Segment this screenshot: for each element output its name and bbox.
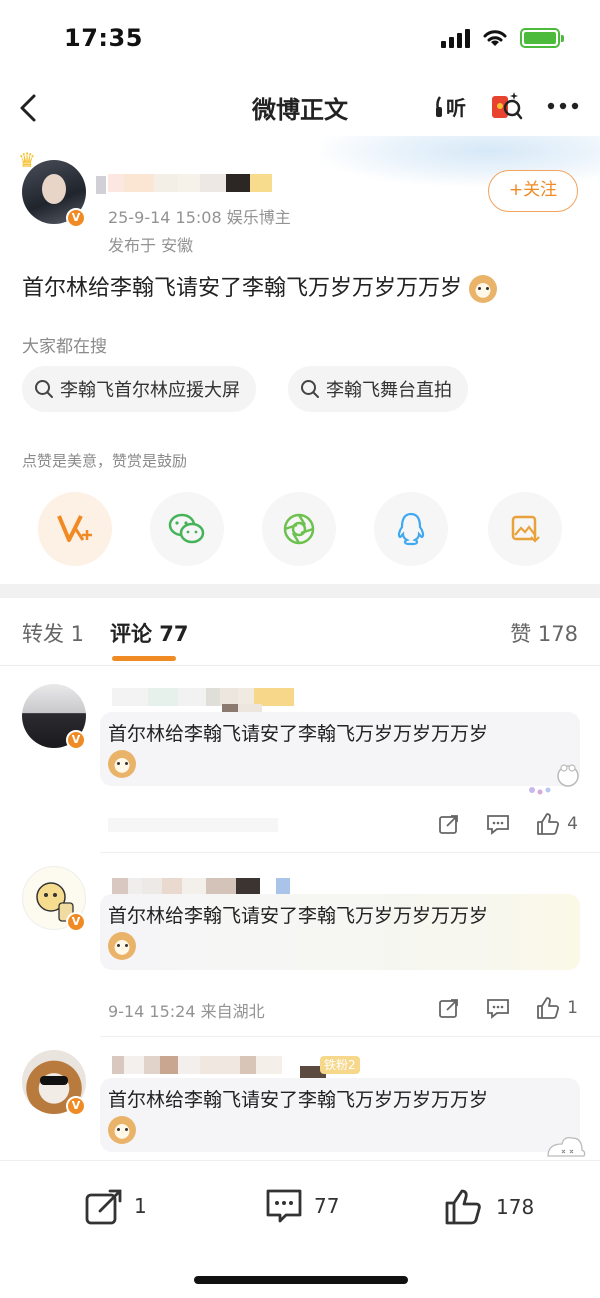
doge-emoji-icon <box>108 1116 136 1144</box>
thumbs-up-icon <box>537 813 560 835</box>
fan-badge: 铁粉2 <box>320 1056 360 1074</box>
author-name[interactable] <box>108 174 272 192</box>
like-button[interactable]: 4 <box>535 812 578 836</box>
battery-icon <box>520 28 564 48</box>
wechat-icon <box>168 513 205 544</box>
search-icon <box>301 380 319 398</box>
thumbs-up-icon <box>445 1189 481 1225</box>
like-button[interactable]: 1 <box>535 996 578 1020</box>
hot-search-label: 大家都在搜 <box>22 337 107 357</box>
weibo-v-plus-icon <box>57 515 92 542</box>
repost-button[interactable]: 1 <box>84 1187 147 1225</box>
hot-search-chip-label: 李翰飞首尔林应援大屏 <box>60 380 240 401</box>
reward-hint: 点赞是美意，赞赏是鼓励 <box>22 452 188 470</box>
comment-bubble: 首尔林给李翰飞请安了李翰飞万岁万岁万万岁 <box>100 712 580 786</box>
home-indicator[interactable] <box>194 1276 408 1284</box>
verified-badge-icon: V <box>66 208 86 228</box>
comment-button[interactable]: 77 <box>264 1187 339 1225</box>
bottom-action-bar: 1 77 178 <box>0 1160 600 1252</box>
reply-icon[interactable] <box>485 812 511 836</box>
repost-icon <box>85 1189 122 1225</box>
commenter-name[interactable] <box>112 1056 282 1074</box>
like-count: 178 <box>496 1195 535 1219</box>
post-location: 发布于 安徽 <box>108 236 194 255</box>
bubble-decoration-icon <box>526 760 582 798</box>
share-wechat-button[interactable] <box>150 492 224 566</box>
signal-icon <box>441 28 470 48</box>
comment-actions: 4 <box>437 812 578 836</box>
like-count: 4 <box>567 814 578 834</box>
repost-count: 1 <box>134 1194 147 1218</box>
comment-bubble: 首尔林给李翰飞请安了李翰飞万岁万岁万万岁 <box>100 1078 580 1152</box>
hot-search-chip-label: 李翰飞舞台直拍 <box>326 380 452 401</box>
tab-likes[interactable]: 赞 178 <box>510 618 578 648</box>
verified-badge-icon: V <box>66 730 86 750</box>
wifi-icon <box>483 30 507 46</box>
nav-bar: 微博正文 听 <box>0 80 600 136</box>
red-packet-search-icon[interactable] <box>488 88 524 124</box>
share-moments-button[interactable] <box>262 492 336 566</box>
hot-search-chip[interactable]: 李翰飞舞台直拍 <box>288 366 468 412</box>
follow-button[interactable]: +关注 <box>488 170 578 212</box>
tab-comments[interactable]: 评论 77 <box>110 618 189 648</box>
comment-meta-masked <box>108 818 278 832</box>
comment-bubble: 首尔林给李翰飞请安了李翰飞万岁万岁万万岁 <box>100 894 580 970</box>
post-time-category: 25-9-14 15:08 娱乐博主 <box>108 208 291 227</box>
post-text: 首尔林给李翰飞请安了李翰飞万岁万岁万万岁 <box>22 276 463 301</box>
repost-icon[interactable] <box>437 812 461 836</box>
more-icon[interactable] <box>546 101 580 111</box>
comment-actions: 1 <box>437 996 578 1020</box>
like-count: 1 <box>567 998 578 1018</box>
section-divider <box>0 584 600 598</box>
post-content: 首尔林给李翰飞请安了李翰飞万岁万岁万万岁 <box>22 270 498 303</box>
doge-emoji-icon <box>469 275 498 303</box>
comment-count: 77 <box>314 1194 340 1218</box>
comment-separator <box>100 852 600 853</box>
share-qq-button[interactable] <box>374 492 448 566</box>
comment-text: 首尔林给李翰飞请安了李翰飞万岁万岁万万岁 <box>108 723 489 745</box>
status-time: 17:35 <box>64 24 143 52</box>
save-image-button[interactable] <box>488 492 562 566</box>
moments-icon <box>283 513 315 545</box>
comment-text: 首尔林给李翰飞请安了李翰飞万岁万岁万万岁 <box>108 905 489 927</box>
save-image-icon <box>511 515 540 543</box>
author-name-badge <box>96 176 106 194</box>
status-bar: 17:35 <box>0 0 600 80</box>
fan-badge-label: 铁粉2 <box>324 1058 356 1072</box>
tab-repost[interactable]: 转发 1 <box>22 618 84 648</box>
headphones-icon <box>436 96 442 117</box>
active-tab-indicator <box>112 656 176 661</box>
repost-icon[interactable] <box>437 996 461 1020</box>
status-icons <box>441 28 564 48</box>
reward-button[interactable] <box>38 492 112 566</box>
nav-actions: 听 <box>426 88 580 124</box>
thumbs-up-icon <box>537 997 560 1019</box>
commenter-name[interactable] <box>112 688 294 706</box>
comment-time-location: 9-14 15:24 来自湖北 <box>108 1002 265 1021</box>
tab-bar: 转发 1 评论 77 赞 178 <box>0 598 600 666</box>
verified-badge-icon: V <box>66 1096 86 1116</box>
doge-emoji-icon <box>108 750 136 778</box>
hot-search-chip[interactable]: 李翰飞首尔林应援大屏 <box>22 366 256 412</box>
verified-badge-icon: V <box>66 912 86 932</box>
comment-icon <box>266 1189 302 1223</box>
listen-label: 听 <box>446 95 466 120</box>
reply-icon[interactable] <box>485 996 511 1020</box>
doge-emoji-icon <box>108 932 136 960</box>
comment-text: 首尔林给李翰飞请安了李翰飞万岁万岁万万岁 <box>108 1089 489 1111</box>
comment-separator <box>100 1036 600 1037</box>
qq-icon <box>397 512 425 546</box>
listen-button[interactable]: 听 <box>426 91 466 121</box>
search-icon <box>35 380 53 398</box>
like-post-button[interactable]: 178 <box>444 1187 534 1227</box>
bubble-decoration-icon <box>544 1130 588 1160</box>
